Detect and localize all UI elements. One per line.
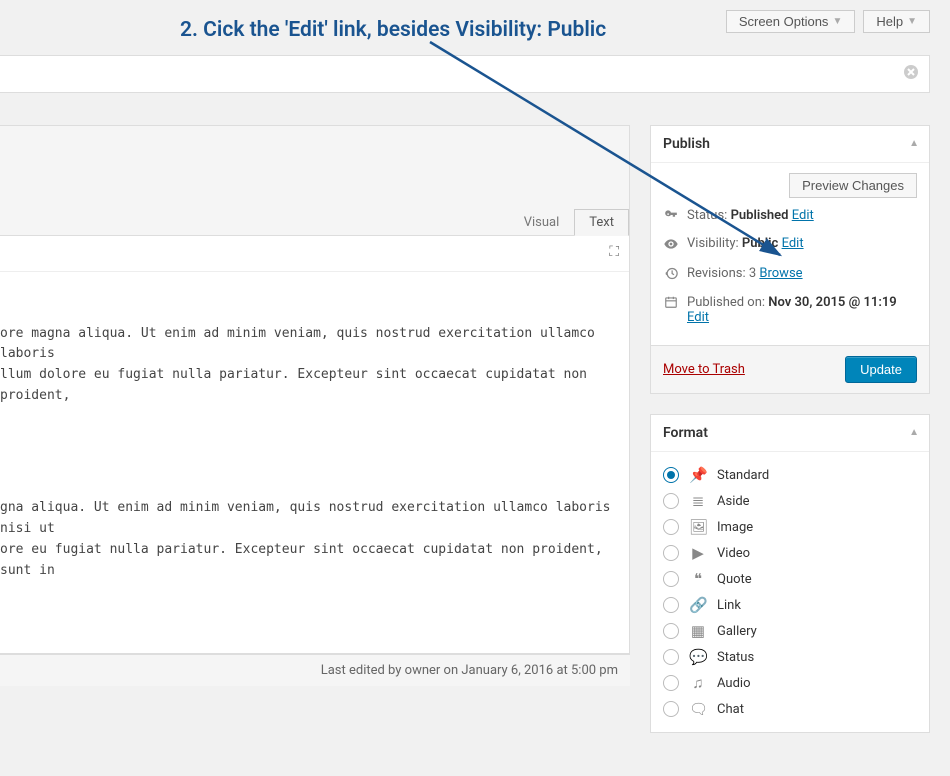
publish-panel-header[interactable]: Publish ▲ (651, 126, 929, 163)
radio-icon (663, 675, 679, 691)
preview-changes-button[interactable]: Preview Changes (789, 173, 917, 198)
radio-icon (663, 467, 679, 483)
format-chat-icon: 🗨 (689, 700, 707, 718)
edit-visibility-link[interactable]: Edit (782, 236, 804, 251)
format-panel: Format ▲ 📌 Standard ≣ Aside 🖼 Image ▶ Video ❝ Quo… (650, 414, 930, 733)
radio-icon (663, 519, 679, 535)
edit-status-link[interactable]: Edit (792, 208, 814, 223)
chevron-down-icon: ▼ (907, 16, 917, 27)
screen-options-label: Screen Options (739, 14, 829, 29)
move-to-trash-link[interactable]: Move to Trash (663, 362, 745, 377)
format-label: Status (717, 650, 754, 665)
format-option-aside[interactable]: ≣ Aside (663, 488, 917, 514)
title-bar (0, 55, 930, 93)
tab-visual[interactable]: Visual (509, 209, 575, 236)
format-label: Link (717, 598, 741, 613)
format-aside-icon: ≣ (689, 492, 707, 510)
format-standard-icon: 📌 (689, 466, 707, 484)
status-row: Status: Published Edit (663, 208, 917, 226)
tab-text[interactable]: Text (574, 209, 629, 236)
collapse-icon[interactable]: ▲ (909, 427, 919, 438)
editor-header: Visual Text (0, 126, 629, 236)
format-quote-icon: ❝ (689, 570, 707, 588)
publish-panel: Publish ▲ Preview Changes Status: Publis… (650, 125, 930, 394)
calendar-icon (663, 295, 679, 313)
editor-textarea[interactable]: ore magna aliqua. Ut enim ad minim venia… (0, 272, 629, 653)
help-button[interactable]: Help ▼ (863, 10, 930, 33)
edit-date-link[interactable]: Edit (687, 310, 709, 325)
format-video-icon: ▶ (689, 544, 707, 562)
format-option-image[interactable]: 🖼 Image (663, 514, 917, 540)
browse-revisions-link[interactable]: Browse (759, 266, 802, 281)
radio-icon (663, 493, 679, 509)
radio-icon (663, 597, 679, 613)
format-label: Gallery (717, 624, 757, 639)
radio-icon (663, 545, 679, 561)
radio-icon (663, 649, 679, 665)
help-label: Help (876, 14, 903, 29)
format-option-chat[interactable]: 🗨 Chat (663, 696, 917, 722)
radio-icon (663, 701, 679, 717)
format-status-icon: 💬 (689, 648, 707, 666)
dismiss-icon[interactable] (903, 64, 919, 84)
format-option-video[interactable]: ▶ Video (663, 540, 917, 566)
history-icon (663, 266, 679, 285)
format-option-status[interactable]: 💬 Status (663, 644, 917, 670)
format-option-standard[interactable]: 📌 Standard (663, 462, 917, 488)
published-row: Published on: Nov 30, 2015 @ 11:19 Edit (663, 295, 917, 325)
eye-icon (663, 236, 679, 256)
format-option-gallery[interactable]: ▦ Gallery (663, 618, 917, 644)
format-panel-header[interactable]: Format ▲ (651, 415, 929, 452)
revisions-row: Revisions: 3 Browse (663, 266, 917, 285)
format-image-icon: 🖼 (689, 518, 707, 536)
format-option-link[interactable]: 🔗 Link (663, 592, 917, 618)
format-link-icon: 🔗 (689, 596, 707, 614)
radio-icon (663, 623, 679, 639)
chevron-down-icon: ▼ (832, 16, 842, 27)
format-label: Image (717, 520, 753, 535)
format-label: Chat (717, 702, 744, 717)
format-option-quote[interactable]: ❝ Quote (663, 566, 917, 592)
key-icon (663, 208, 679, 226)
format-option-audio[interactable]: ♫ Audio (663, 670, 917, 696)
editor-footer: Last edited by owner on January 6, 2016 … (0, 654, 630, 686)
format-label: Aside (717, 494, 750, 509)
collapse-icon[interactable]: ▲ (909, 138, 919, 149)
update-button[interactable]: Update (845, 356, 917, 383)
format-label: Quote (717, 572, 752, 587)
format-audio-icon: ♫ (689, 674, 707, 692)
format-gallery-icon: ▦ (689, 622, 707, 640)
visibility-row: Visibility: Public Edit (663, 236, 917, 256)
radio-icon (663, 571, 679, 587)
instruction-annotation: 2. Cick the 'Edit' link, besides Visibil… (180, 18, 606, 42)
format-label: Standard (717, 468, 769, 483)
screen-options-button[interactable]: Screen Options ▼ (726, 10, 856, 33)
fullscreen-icon[interactable]: ⛶ (609, 244, 619, 260)
editor-toolbar: ⛶ (0, 236, 629, 272)
format-label: Audio (717, 676, 750, 691)
editor-box: Visual Text ⛶ ore magna aliqua. Ut enim … (0, 125, 630, 654)
format-label: Video (717, 546, 750, 561)
